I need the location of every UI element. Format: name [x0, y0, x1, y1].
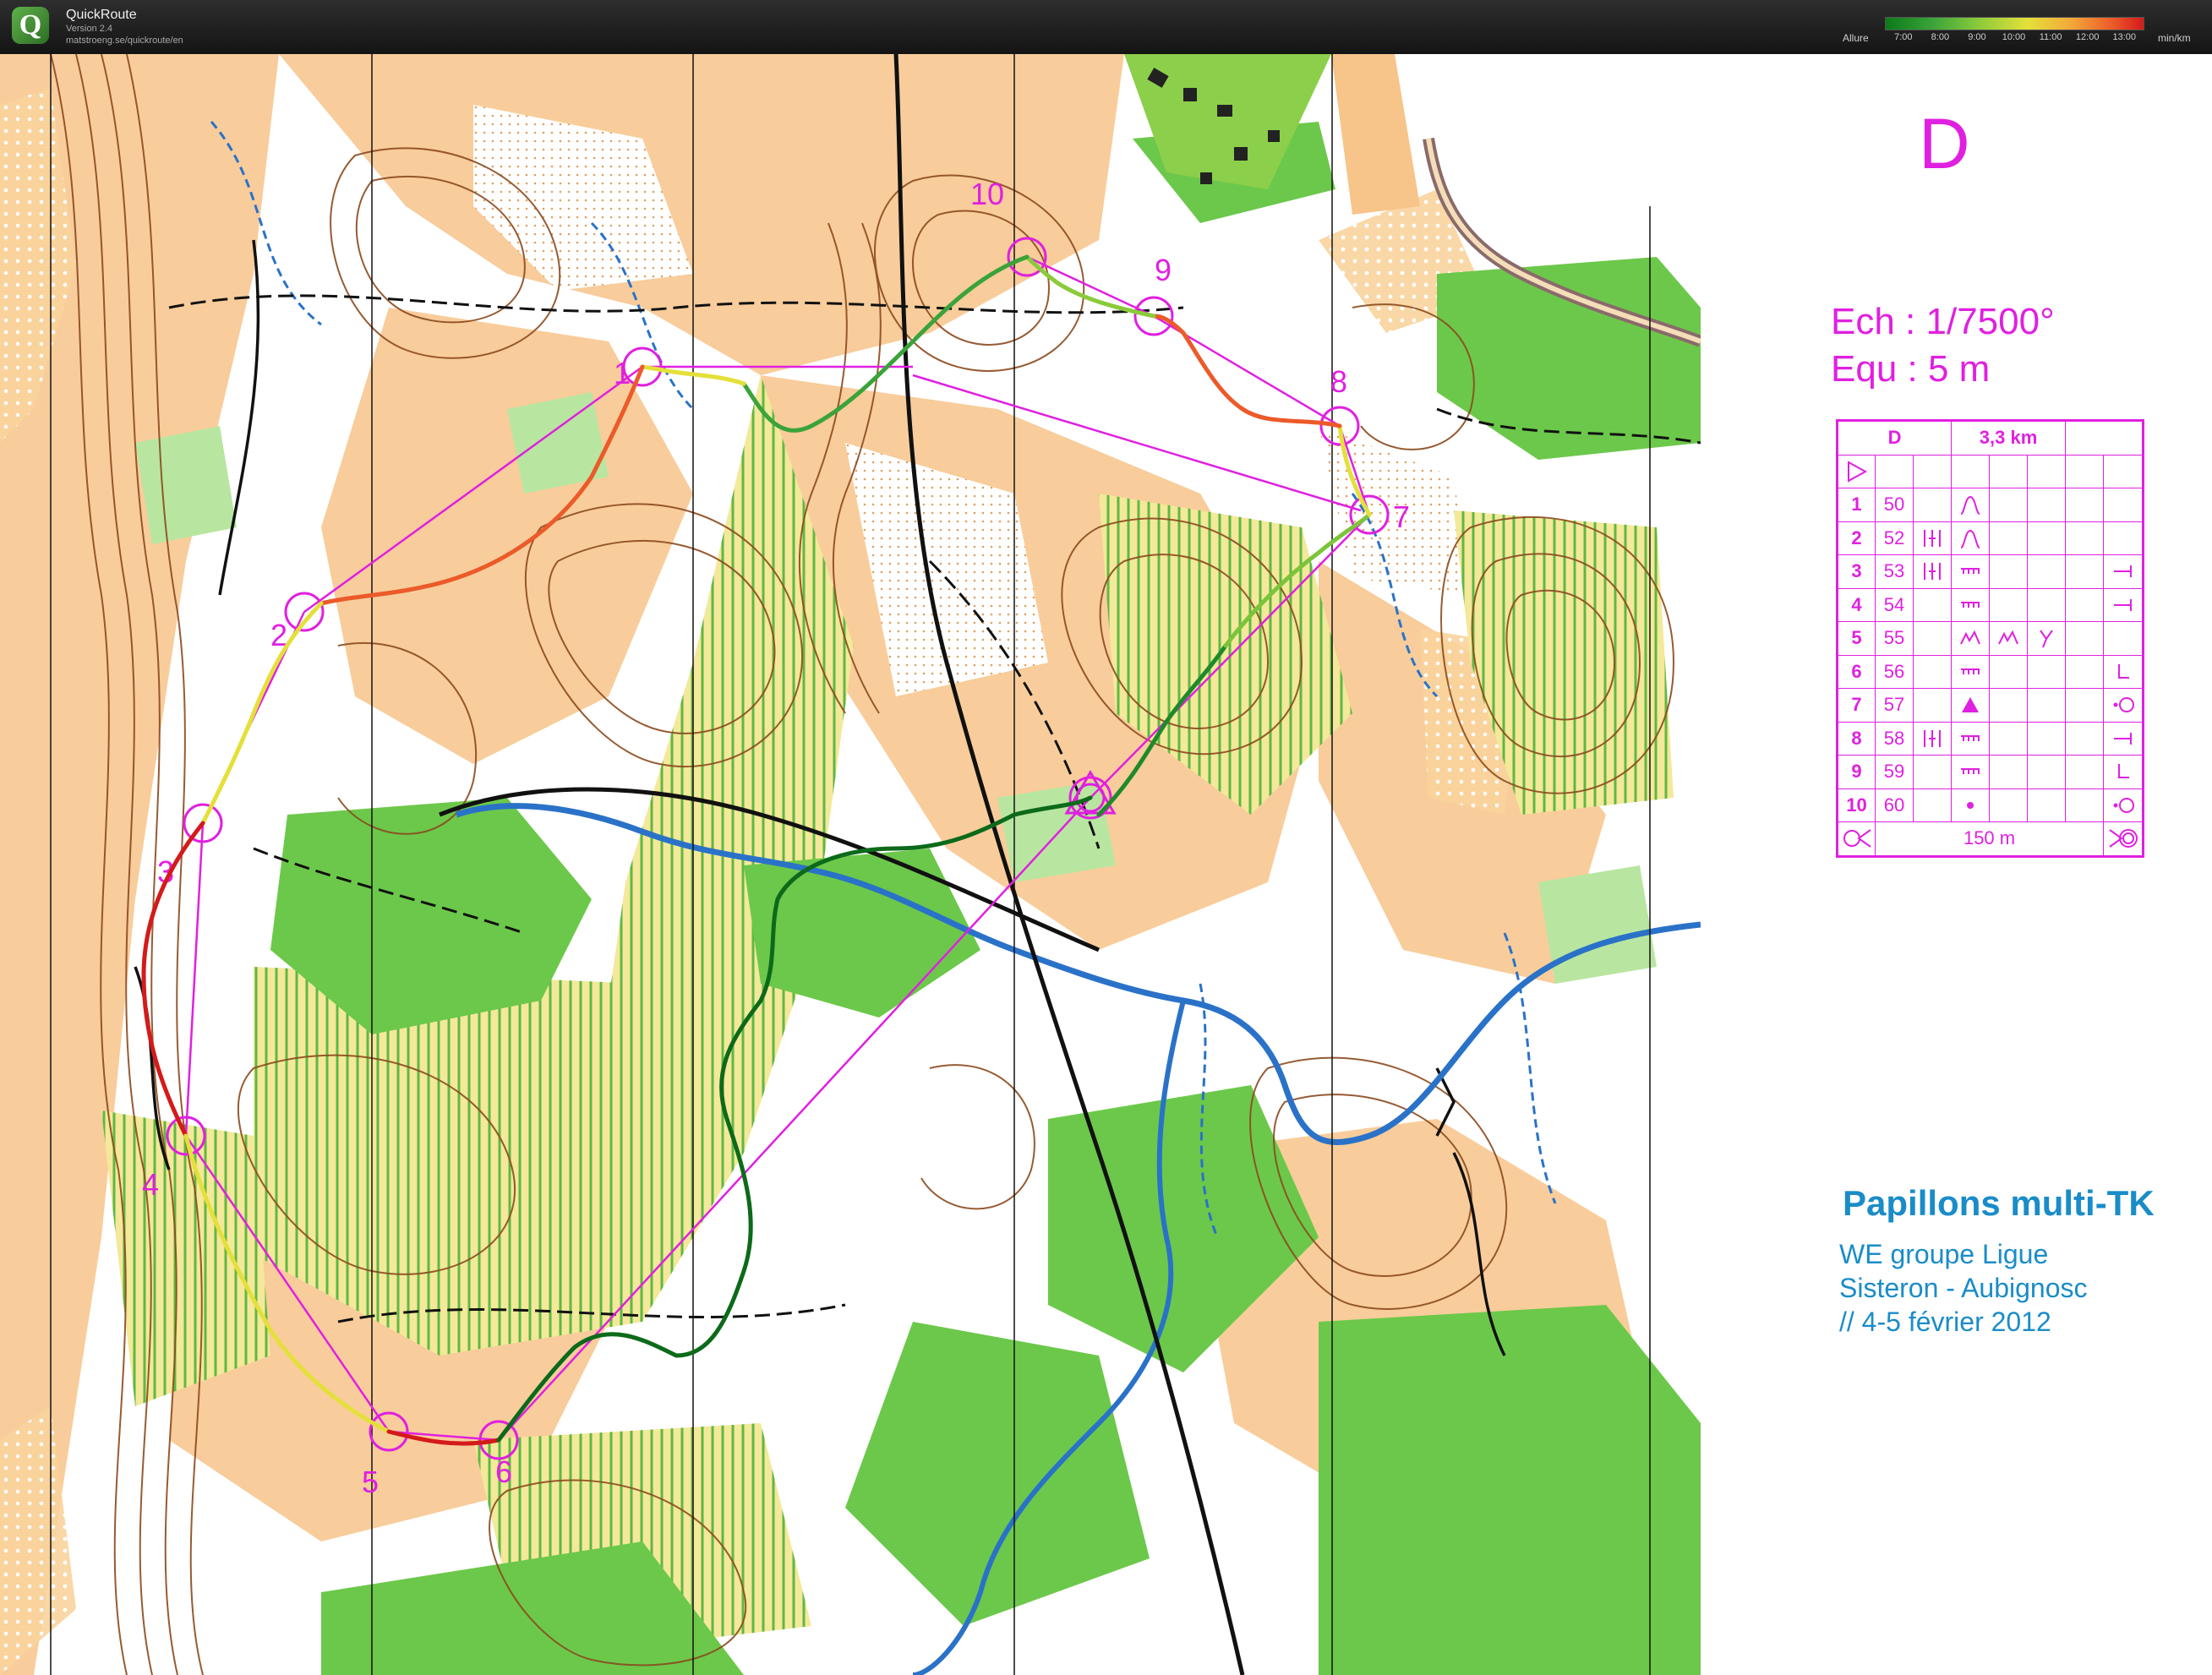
pace-legend-label: Allure — [1843, 32, 1869, 44]
boulder-icon — [1951, 688, 1991, 723]
cd-control-number: 7 — [1837, 688, 1876, 723]
cd-control-row: 1 50 — [1837, 488, 2144, 522]
cd-finish-row: 150 m — [1837, 821, 2144, 857]
cd-control-code: 58 — [1875, 721, 1914, 756]
pace-color-scale — [1885, 17, 2144, 30]
control-number-8: 8 — [1330, 364, 1347, 399]
last-control-icon — [1837, 821, 1876, 857]
cliff-icon — [1951, 554, 1991, 589]
map-scale: Ech : 1/7500° — [1831, 301, 2055, 342]
cd-control-row: 8 58 — [1837, 721, 2144, 756]
cd-control-number: 2 — [1837, 521, 1876, 555]
start-triangle-icon — [1837, 454, 1876, 488]
rocky-ground-icon — [1951, 621, 1991, 656]
middle-of-three-icon — [1912, 721, 1953, 756]
cliff-icon — [1951, 587, 1991, 622]
cd-control-row: 9 59 — [1837, 755, 2144, 789]
cd-control-row: 2 52 — [1837, 521, 2144, 555]
course-letter: D — [1919, 104, 1970, 183]
middle-of-three-icon — [1912, 554, 1953, 589]
cd-control-number: 4 — [1837, 587, 1876, 622]
cd-control-row: 7 57 — [1837, 688, 2144, 723]
cd-finish-distance: 150 m — [1874, 821, 2105, 857]
cd-control-number: 3 — [1837, 554, 1876, 589]
pace-tick: 10:00 — [2002, 32, 2026, 42]
cd-control-number: 5 — [1837, 621, 1876, 656]
foot-side-icon — [2103, 587, 2144, 622]
cd-control-row: 5 55 — [1837, 621, 2144, 656]
control-number-7: 7 — [1393, 499, 1410, 534]
map-canvas[interactable]: 1 2 3 4 5 6 7 8 9 10 — [0, 54, 1701, 1675]
cd-control-code: 57 — [1875, 688, 1914, 723]
orienteering-map[interactable]: 1 2 3 4 5 6 7 8 9 10 — [0, 54, 1701, 1675]
control-number-5: 5 — [362, 1465, 379, 1499]
cd-control-number: 6 — [1837, 654, 1876, 689]
cd-control-code: 59 — [1875, 755, 1914, 789]
control-number-10: 10 — [970, 177, 1004, 211]
control-number-9: 9 — [1155, 253, 1172, 287]
event-location: Sisteron - Aubignosc — [1839, 1273, 2088, 1303]
control-number-6: 6 — [495, 1454, 512, 1489]
event-subtitle: WE groupe Ligue — [1839, 1239, 2049, 1269]
pace-tick: 13:00 — [2112, 32, 2137, 42]
pace-tick: 11:00 — [2039, 32, 2062, 42]
cd-control-number: 8 — [1837, 721, 1876, 756]
cd-start-row — [1837, 454, 2144, 488]
cd-control-number: 1 — [1837, 488, 1876, 522]
cliff-icon — [1951, 721, 1991, 756]
event-title: Papillons multi-TK — [1843, 1183, 2155, 1223]
middle-of-three-icon — [1912, 521, 1953, 555]
cd-control-code: 60 — [1875, 788, 1914, 822]
quickroute-logo-icon: Q — [12, 7, 49, 44]
control-number-4: 4 — [142, 1167, 159, 1202]
pace-tick: 12:00 — [2075, 32, 2100, 42]
east-side-icon — [2103, 788, 2144, 822]
small-boulder-icon — [1951, 788, 1991, 822]
cd-control-code: 56 — [1875, 654, 1914, 689]
finish-icon — [2103, 821, 2144, 857]
cd-control-row: 6 56 — [1837, 654, 2144, 689]
pace-tick-labels: 7:00 8:00 9:00 10:00 11:00 12:00 13:00 — [1885, 32, 2143, 44]
cd-control-code: 55 — [1875, 621, 1914, 656]
pace-tick: 9:00 — [1968, 32, 1986, 42]
cliff-icon — [1951, 755, 1991, 789]
foot-corner-icon — [2103, 755, 2144, 789]
cd-control-code: 52 — [1875, 521, 1914, 555]
control-number-1: 1 — [614, 356, 631, 390]
knoll-icon — [1951, 488, 1991, 522]
foot-side-icon — [2103, 554, 2144, 589]
app-url[interactable]: matstroeng.se/quickroute/en — [66, 35, 183, 46]
foot-corner-icon — [2103, 654, 2144, 689]
cd-control-code: 54 — [1875, 587, 1914, 622]
cd-control-code: 50 — [1875, 488, 1914, 522]
east-side-icon — [2103, 688, 2144, 723]
junction-icon — [2027, 621, 2067, 656]
foot-side-icon — [2103, 721, 2144, 756]
pace-unit: min/km — [2158, 32, 2191, 44]
app-version: Version 2.4 — [66, 24, 113, 34]
cliff-icon — [1951, 654, 1991, 689]
contour-interval: Equ : 5 m — [1831, 348, 1991, 390]
app-name: QuickRoute — [66, 8, 137, 22]
cd-control-row: 3 53 — [1837, 554, 2144, 589]
pace-tick: 7:00 — [1894, 32, 1913, 42]
cd-control-row: 10 60 — [1837, 788, 2144, 822]
cd-control-row: 4 54 — [1837, 587, 2144, 622]
control-description-table: D 3,3 km 1 50 2 52 3 53 4 54 5 55 6 56 7… — [1836, 419, 2145, 858]
pace-tick: 8:00 — [1931, 32, 1950, 42]
rocky-ground-icon — [1989, 621, 2029, 656]
event-date: // 4-5 février 2012 — [1839, 1307, 2051, 1337]
title-bar: Q QuickRoute Version 2.4 matstroeng.se/q… — [0, 0, 2212, 54]
cd-header-row: D 3,3 km — [1836, 420, 2144, 456]
cd-control-code: 53 — [1875, 554, 1914, 589]
cd-control-number: 10 — [1837, 788, 1876, 822]
cd-course-length: 3,3 km — [1951, 420, 2067, 456]
knoll-icon — [1951, 521, 1991, 555]
cd-control-number: 9 — [1837, 755, 1876, 789]
cd-course-letter: D — [1836, 420, 1953, 456]
